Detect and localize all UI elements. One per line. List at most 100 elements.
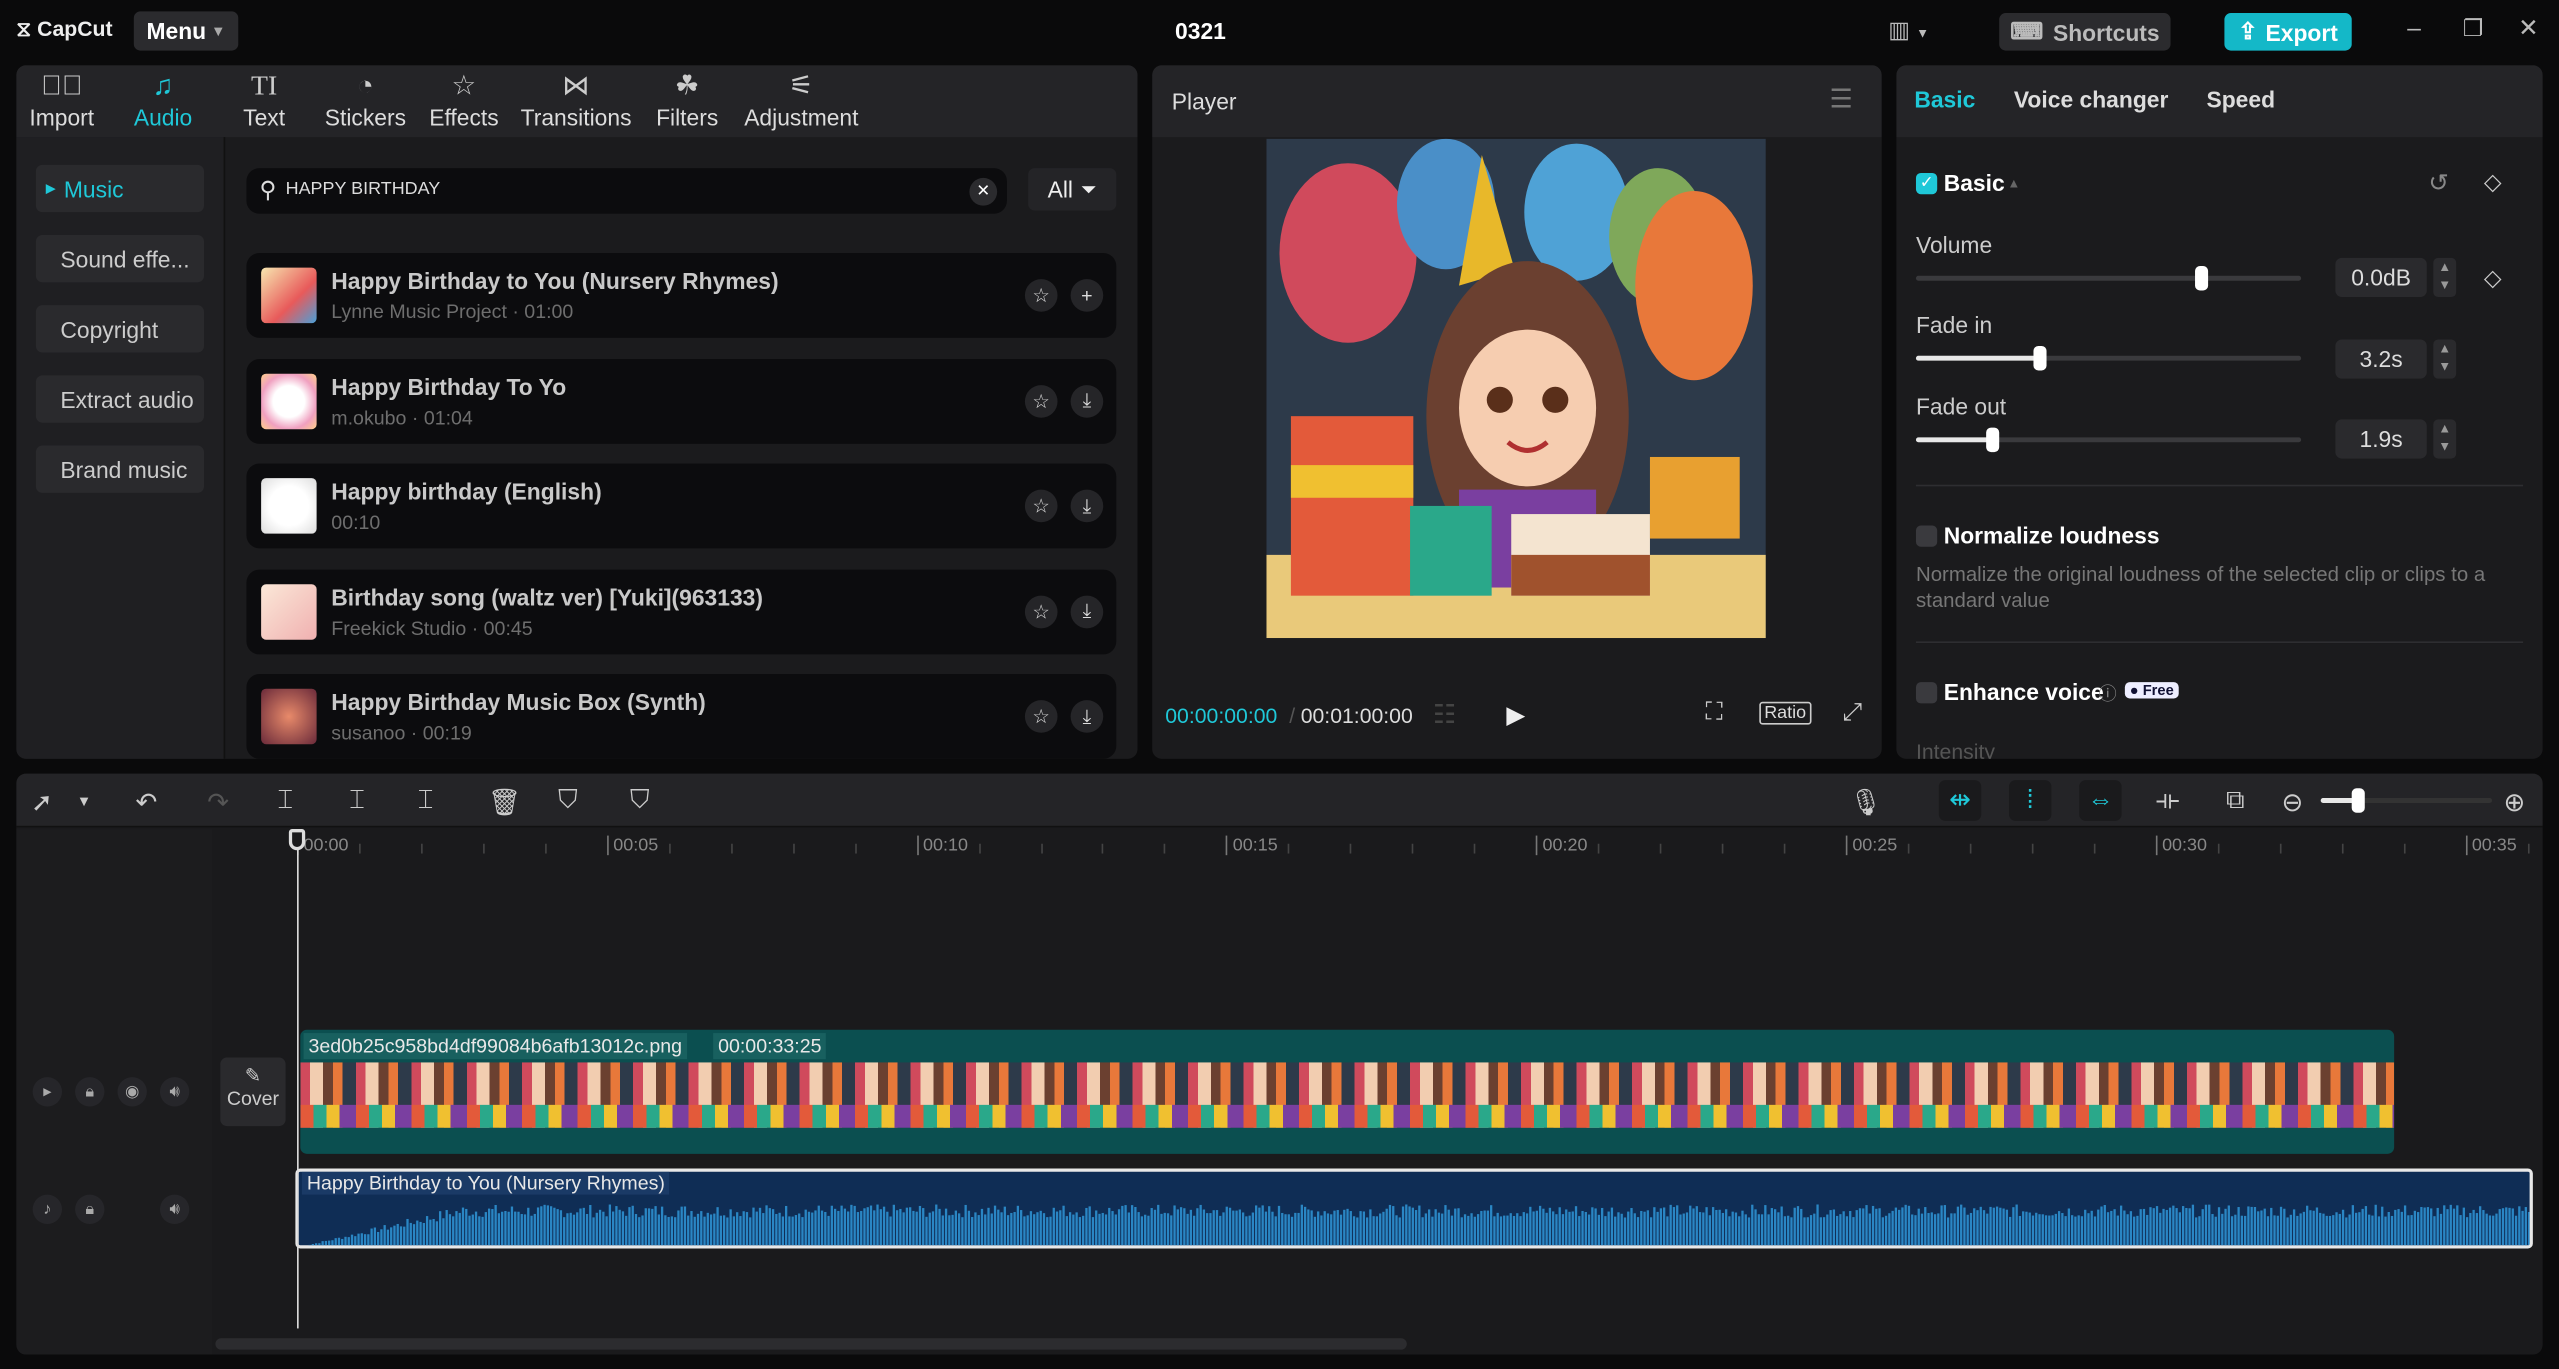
volume-stepper[interactable]: ▲ ▼ (2433, 257, 2457, 298)
zoom-view-icon[interactable]: ⛶ (1705, 698, 1722, 726)
volume-slider[interactable] (1915, 266, 2302, 291)
music-list-item[interactable]: Happy Birthday To Yo m.okubo · 01:04 ☆ ⤓ (246, 358, 1117, 444)
shield-check-icon[interactable]: ⛉ (558, 787, 578, 816)
redo-icon[interactable]: ↷ (207, 787, 229, 820)
download-button[interactable]: ⤓ (1070, 489, 1104, 523)
tab-voice-changer[interactable]: Voice changer (2014, 86, 2169, 112)
favorite-star-button[interactable]: ☆ (1024, 594, 1058, 628)
sidebar-item-copyright[interactable]: Copyright (35, 305, 205, 353)
play-button[interactable]: ▶ (1506, 700, 1525, 730)
chevron-down-icon[interactable]: ▼ (77, 793, 92, 809)
split-icon[interactable]: ⌶ (277, 787, 293, 816)
music-list-item[interactable]: Happy birthday (English) 00:10 ☆ ⤓ (246, 463, 1117, 549)
favorite-star-button[interactable]: ☆ (1024, 279, 1058, 312)
zoom-in-icon[interactable]: ⊕ (2503, 787, 2525, 820)
eye-icon[interactable]: ◉ (117, 1077, 147, 1107)
fade-in-slider-handle[interactable] (2032, 345, 2046, 371)
tab-transitions[interactable]: ⋈ Transitions (521, 69, 632, 130)
playhead-handle[interactable] (288, 829, 306, 851)
fade-in-slider[interactable] (1915, 345, 2302, 371)
fade-out-slider[interactable] (1915, 427, 2302, 453)
tab-text[interactable]: TI Text (243, 69, 285, 130)
menu-button[interactable]: Menu ▼ (133, 11, 239, 51)
lock-icon[interactable]: 🔒︎ (75, 1194, 105, 1224)
clear-search-button[interactable]: ✕ (969, 177, 998, 206)
sidebar-item-brand-music[interactable]: Brand music (35, 445, 205, 493)
hamburger-menu-icon[interactable]: ☰ (1829, 83, 1852, 116)
select-cursor-icon[interactable]: ➚ (31, 787, 53, 820)
delete-icon[interactable]: 🗑︎ (488, 787, 521, 820)
download-button[interactable]: ⤓ (1070, 700, 1104, 733)
lock-icon[interactable]: 🔒︎ (75, 1077, 105, 1107)
auto-snap-toggle[interactable]: ⁞ (2008, 780, 2052, 821)
zoom-slider-handle[interactable] (2351, 788, 2365, 813)
marker-icon[interactable]: ⛉ (630, 787, 650, 816)
fullscreen-icon[interactable]: ⤢ (1843, 698, 1863, 726)
timeline-zoom-slider[interactable] (2320, 788, 2493, 813)
filter-button[interactable]: All ⏷ (1028, 168, 1117, 211)
undo-icon[interactable]: ↶ (135, 787, 157, 820)
fade-in-value[interactable]: 3.2s (2335, 339, 2427, 379)
video-clip[interactable]: 3ed0b25c958bd4df99084b6afb13012c.png 00:… (300, 1029, 2395, 1154)
preview-axis-icon[interactable]: ⟛ (2156, 787, 2180, 816)
fade-out-slider-handle[interactable] (1986, 427, 2000, 453)
tab-import[interactable]: ▶⃞ Import (29, 69, 94, 130)
download-button[interactable]: ⤓ (1070, 384, 1104, 417)
volume-keyframe-icon[interactable]: ◇ (2484, 264, 2502, 292)
collapse-icon[interactable]: ▲ (2007, 176, 2020, 191)
speaker-icon[interactable]: 🔊︎ (159, 1194, 190, 1224)
tab-stickers[interactable]: ◔ Stickers (325, 69, 406, 130)
split-right-icon[interactable]: ⌶ (418, 787, 434, 816)
fade-out-stepper[interactable]: ▲ ▼ (2433, 419, 2457, 459)
export-button[interactable]: ⇪ Export (2224, 13, 2352, 51)
tab-speed[interactable]: Speed (2206, 86, 2275, 112)
music-list-item[interactable]: Birthday song (waltz ver) [Yuki](963133)… (246, 568, 1117, 654)
tab-effects[interactable]: ☆ Effects (429, 69, 498, 130)
tab-adjustment[interactable]: ⚟ Adjustment (744, 69, 858, 130)
main-track-magnet-toggle[interactable]: ⇹ (1938, 780, 1982, 821)
volume-value[interactable]: 0.0dB (2335, 257, 2427, 298)
linkage-toggle[interactable]: ⇔ (2079, 780, 2122, 821)
tab-audio[interactable]: ♫ Audio (134, 69, 192, 130)
horizontal-scrollbar[interactable] (215, 1338, 1407, 1350)
search-input[interactable]: ⚲ HAPPY BIRTHDAY ✕ (246, 168, 1007, 214)
maximize-button[interactable]: ❐ (2463, 15, 2484, 43)
ratio-button[interactable]: Ratio (1759, 701, 1812, 725)
tab-basic[interactable]: Basic (1914, 86, 1975, 112)
volume-slider-handle[interactable] (2194, 266, 2208, 291)
shortcuts-button[interactable]: ⌨ Shortcuts (1999, 13, 2171, 51)
basic-checkbox[interactable]: ✓ (1915, 172, 1938, 195)
help-icon[interactable]: ⓘ (2099, 681, 2117, 707)
music-list-item[interactable]: Happy Birthday to You (Nursery Rhymes) L… (246, 252, 1117, 338)
microphone-icon[interactable]: 🎙︎ (1849, 787, 1882, 820)
enhance-voice-checkbox[interactable] (1915, 682, 1938, 704)
thumbnail-zoom-icon[interactable]: ⧉ (2226, 787, 2245, 816)
favorite-star-button[interactable]: ☆ (1024, 700, 1058, 733)
speaker-icon[interactable]: 🔊︎ (159, 1077, 190, 1107)
minimize-button[interactable]: – (2407, 15, 2421, 43)
timecode-list-icon[interactable]: ☷ (1433, 698, 1456, 731)
close-button[interactable]: ✕ (2518, 13, 2539, 43)
normalize-checkbox[interactable] (1915, 525, 1938, 547)
waveform-bar (1062, 1205, 1065, 1246)
download-button[interactable]: ⤓ (1070, 594, 1104, 628)
reset-icon[interactable]: ↺ (2428, 168, 2449, 198)
fade-out-value[interactable]: 1.9s (2335, 419, 2427, 459)
keyframe-icon[interactable]: ◇ (2484, 168, 2502, 196)
cover-button[interactable]: ✎ Cover (220, 1057, 286, 1127)
sidebar-item-music[interactable]: ▶ Music (35, 164, 205, 213)
time-ruler[interactable]: 00:00 00:05 00:10 00:15 00:20 00:25 00:30 00:35 (297, 829, 2543, 858)
sidebar-item-sound-effects[interactable]: Sound effe... (35, 235, 205, 283)
playhead[interactable] (288, 829, 306, 1329)
favorite-star-button[interactable]: ☆ (1024, 489, 1058, 523)
split-left-icon[interactable]: ⌶ (349, 787, 365, 816)
favorite-star-button[interactable]: ☆ (1024, 384, 1058, 417)
music-list-item[interactable]: Happy Birthday Music Box (Synth) susanoo… (246, 674, 1117, 759)
sidebar-item-extract-audio[interactable]: Extract audio (35, 375, 205, 423)
fade-in-stepper[interactable]: ▲ ▼ (2433, 339, 2457, 379)
tab-filters[interactable]: ☘ Filters (656, 69, 718, 130)
zoom-out-icon[interactable]: ⊖ (2282, 787, 2304, 820)
audio-clip[interactable]: Happy Birthday to You (Nursery Rhymes) (295, 1168, 2533, 1249)
add-to-timeline-button[interactable]: + (1070, 279, 1104, 312)
layout-icon[interactable]: ▥ ▼ (1888, 16, 1929, 44)
